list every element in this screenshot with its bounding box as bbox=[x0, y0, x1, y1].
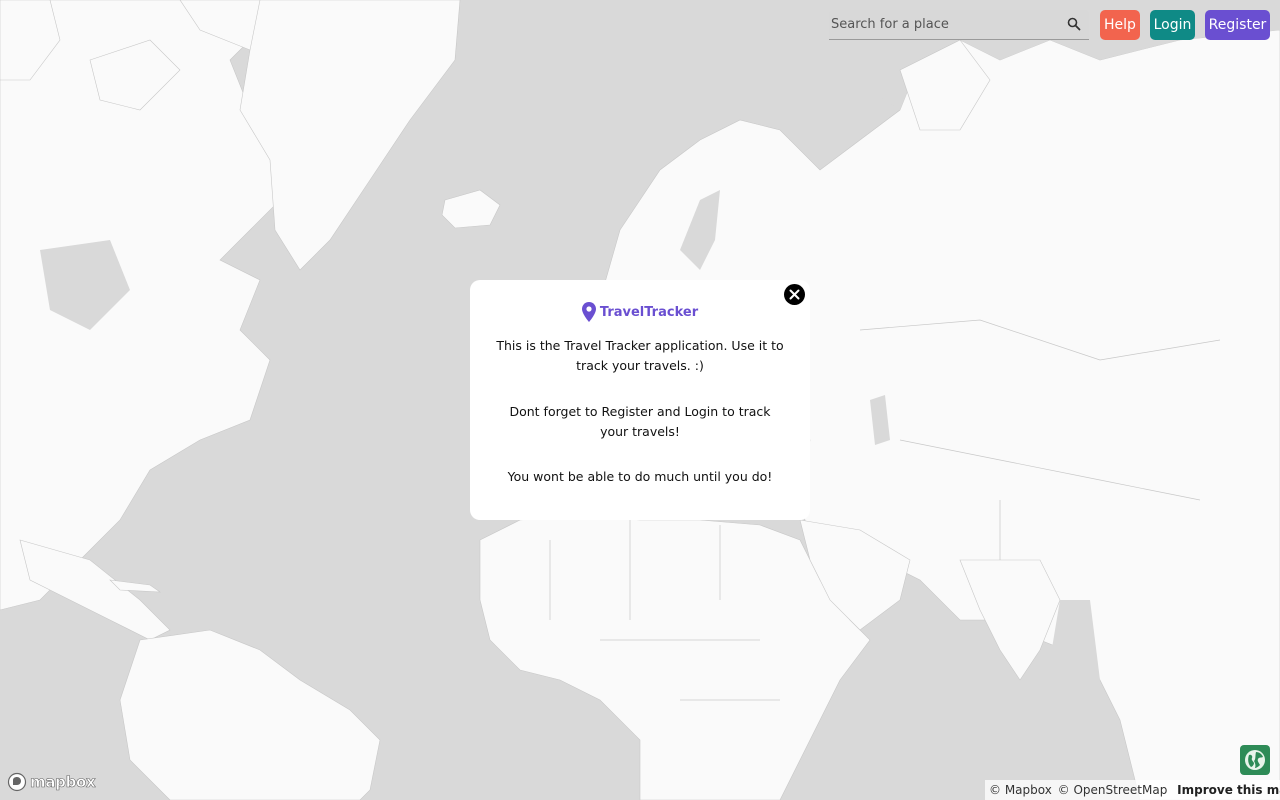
register-button[interactable]: Register bbox=[1205, 10, 1270, 40]
search-input[interactable] bbox=[829, 10, 1059, 39]
map-attribution: © Mapbox © OpenStreetMap Improve this ma… bbox=[985, 780, 1280, 800]
login-button[interactable]: Login bbox=[1150, 10, 1195, 40]
app-root: Help Login Register TravelTracker This i… bbox=[0, 0, 1280, 800]
improve-map-link[interactable]: Improve this map bbox=[1177, 783, 1280, 797]
globe-icon bbox=[1245, 750, 1265, 770]
mapbox-logo[interactable]: mapbox bbox=[7, 772, 96, 792]
globe-toggle-button[interactable] bbox=[1240, 745, 1270, 775]
modal-paragraph-register: Dont forget to Register and Login to tra… bbox=[509, 404, 771, 439]
attribution-mapbox-link[interactable]: © Mapbox bbox=[989, 783, 1052, 797]
close-icon bbox=[789, 289, 800, 300]
mapbox-logo-icon bbox=[7, 772, 27, 792]
search-box[interactable] bbox=[829, 10, 1089, 40]
help-button[interactable]: Help bbox=[1100, 10, 1140, 40]
search-icon[interactable] bbox=[1067, 17, 1081, 31]
modal-paragraph-warning: You wont be able to do much until you do… bbox=[507, 469, 773, 484]
attribution-osm-link[interactable]: © OpenStreetMap bbox=[1058, 783, 1168, 797]
brand-name: TravelTracker bbox=[599, 304, 699, 320]
welcome-modal: TravelTracker This is the Travel Tracker… bbox=[470, 280, 810, 520]
map-pin-icon bbox=[581, 302, 596, 322]
modal-brand: TravelTracker bbox=[470, 301, 810, 323]
mapbox-logo-text: mapbox bbox=[30, 773, 96, 792]
modal-paragraph-intro: This is the Travel Tracker application. … bbox=[496, 338, 784, 373]
